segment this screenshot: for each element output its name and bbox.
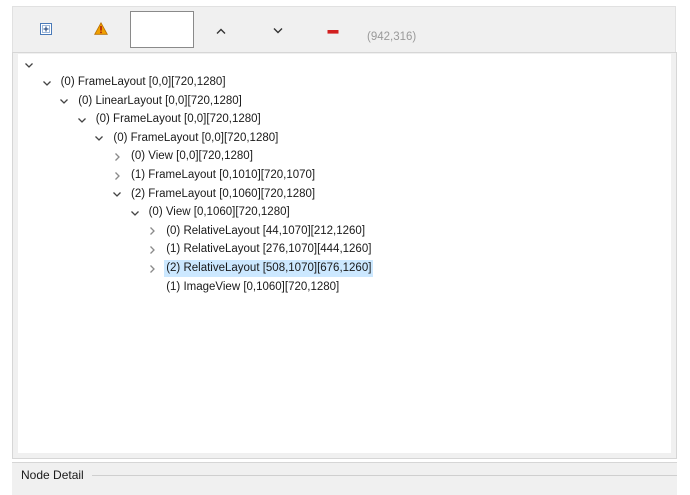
expand-box-icon — [40, 20, 52, 39]
tree-node-label: (1) RelativeLayout [276,1070][444,1260] — [166, 243, 372, 256]
tree-node-label: (0) FrameLayout [0,0][720,1280] — [113, 131, 279, 144]
chevron-right-icon[interactable] — [146, 263, 158, 275]
tree-node-row[interactable]: (0) View [0,1060][720,1280] — [129, 204, 292, 221]
remove-button[interactable] — [321, 17, 345, 41]
chevron-up-icon — [215, 20, 227, 39]
tree-node-row[interactable]: (1) ImageView [0,1060][720,1280] — [146, 279, 341, 296]
tree-node-label: (0) FrameLayout [0,0][720,1280] — [95, 113, 261, 126]
coordinates-readout: (942,316) — [367, 31, 417, 43]
tree-node-label: (2) RelativeLayout [508,1070][676,1260] — [164, 260, 374, 277]
minus-red-icon — [327, 20, 339, 39]
chevron-right-icon[interactable] — [111, 151, 123, 163]
hierarchy-tree-panel: (0) FrameLayout [0,0][720,1280] (0) Linea… — [12, 52, 677, 459]
uiautomator-viewer-window: (942,316) (0) FrameLayout [0,0][720,1280… — [0, 0, 690, 495]
node-detail-title: Node Detail — [21, 468, 84, 482]
chevron-right-icon[interactable] — [146, 244, 158, 256]
hierarchy-tree[interactable]: (0) FrameLayout [0,0][720,1280] (0) Linea… — [18, 54, 671, 453]
toolbar: (942,316) — [12, 6, 676, 53]
tree-node-label: (0) LinearLayout [0,0][720,1280] — [78, 94, 242, 107]
tree-node-label: (2) FrameLayout [0,1060][720,1280] — [131, 187, 316, 200]
chevron-down-icon[interactable] — [41, 77, 53, 89]
move-down-button[interactable] — [266, 17, 290, 41]
tree-node-label: (0) FrameLayout [0,0][720,1280] — [60, 76, 226, 88]
tree-node-label: (0) View [0,1060][720,1280] — [148, 206, 290, 219]
tree-node-row[interactable]: (2) FrameLayout [0,1060][720,1280] — [111, 186, 317, 203]
chevron-down-icon[interactable] — [23, 59, 35, 71]
warning-button[interactable] — [89, 17, 113, 41]
warning-icon — [94, 20, 108, 39]
chevron-down-icon[interactable] — [111, 188, 123, 200]
chevron-down-icon[interactable] — [93, 132, 105, 144]
move-up-button[interactable] — [209, 17, 233, 41]
chevron-down-icon[interactable] — [129, 207, 141, 219]
tree-node-row[interactable]: (0) RelativeLayout [44,1070][212,1260] — [146, 223, 367, 240]
tree-node-row[interactable]: (0) FrameLayout [0,0][720,1280] — [76, 111, 263, 128]
tree-node-label: (0) RelativeLayout [44,1070][212,1260] — [166, 224, 366, 237]
tree-node-row[interactable]: (0) FrameLayout [0,0][720,1280] — [41, 74, 228, 91]
tree-node-row[interactable]: (0) View [0,0][720,1280] — [111, 148, 255, 165]
tree-node-row[interactable]: (1) FrameLayout [0,1010][720,1070] — [111, 167, 317, 184]
node-detail-panel: Node Detail — [12, 462, 677, 495]
tree-node-label: (0) View [0,0][720,1280] — [131, 150, 253, 163]
chevron-down-icon[interactable] — [76, 114, 88, 126]
chevron-down-icon — [272, 20, 284, 39]
chevron-right-icon[interactable] — [111, 170, 123, 182]
tree-node-row[interactable]: (2) RelativeLayout [508,1070][676,1260] — [146, 260, 374, 277]
chevron-right-icon[interactable] — [146, 225, 158, 237]
tree-node-row[interactable]: (0) LinearLayout [0,0][720,1280] — [58, 93, 244, 110]
tree-node-label: (1) ImageView [0,1060][720,1280] — [166, 280, 340, 293]
tree-node-row[interactable]: (0) FrameLayout [0,0][720,1280] — [93, 130, 280, 147]
tree-root-row[interactable] — [23, 56, 45, 73]
divider — [92, 475, 677, 476]
tree-node-row[interactable]: (1) RelativeLayout [276,1070][444,1260] — [146, 241, 373, 258]
screenshot-thumbnail[interactable] — [130, 11, 194, 48]
chevron-down-icon[interactable] — [58, 95, 70, 107]
tree-node-label: (1) FrameLayout [0,1010][720,1070] — [131, 169, 316, 181]
expand-all-button[interactable] — [34, 17, 58, 41]
